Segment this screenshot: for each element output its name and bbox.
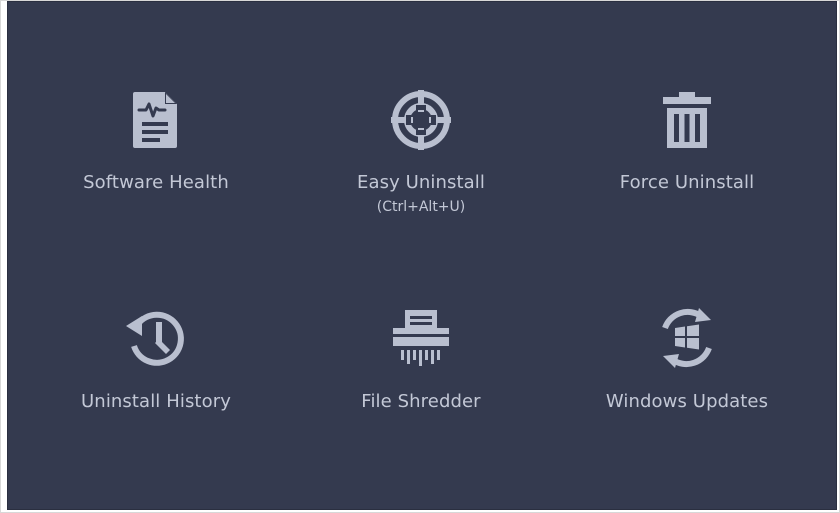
trash-can-icon (655, 88, 719, 152)
tool-label: Easy Uninstall (356, 172, 485, 193)
tool-easy-uninstall[interactable]: Easy Uninstall (Ctrl+Alt+U) (301, 88, 541, 248)
tool-label: Software Health (83, 172, 229, 193)
history-clock-icon (124, 306, 188, 370)
tool-windows-updates[interactable]: Windows Updates (567, 306, 807, 466)
shredder-icon (389, 306, 453, 370)
tool-label: Force Uninstall (619, 172, 755, 193)
document-heartbeat-icon (124, 88, 188, 152)
crosshair-target-icon (389, 88, 453, 152)
tool-shortcut: (Ctrl+Alt+U) (376, 199, 466, 215)
tools-panel: Software Health Easy Uninstall (Ctrl+Alt… (7, 1, 837, 510)
tool-force-uninstall[interactable]: Force Uninstall (567, 88, 807, 248)
tool-label: Uninstall History (81, 391, 231, 412)
tool-uninstall-history[interactable]: Uninstall History (36, 306, 276, 466)
tool-label: Windows Updates (605, 391, 769, 412)
tool-file-shredder[interactable]: File Shredder (301, 306, 541, 466)
tool-software-health[interactable]: Software Health (36, 88, 276, 248)
tool-label: File Shredder (361, 391, 481, 412)
windows-update-icon (655, 306, 719, 370)
